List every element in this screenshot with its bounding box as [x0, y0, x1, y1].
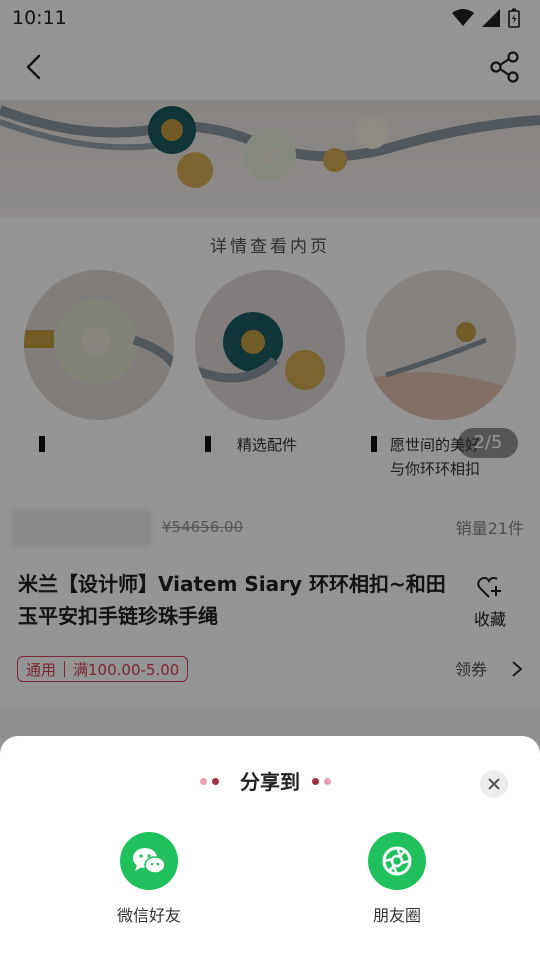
title-dot-right-inner: [312, 778, 319, 785]
close-button[interactable]: [480, 770, 508, 798]
wechat-icon: [133, 848, 166, 874]
share-sheet-title: 分享到: [240, 770, 300, 794]
share-sheet: 分享到 微信好友 朋友圈: [0, 736, 540, 960]
close-icon: [488, 778, 500, 790]
share-moments[interactable]: 朋友圈: [337, 832, 457, 926]
title-dot-right-outer: [324, 778, 331, 785]
share-option-label: 朋友圈: [372, 906, 421, 925]
share-wechat-friends[interactable]: 微信好友: [89, 832, 209, 926]
wechat-icon-circle: [120, 832, 178, 890]
moments-icon: [382, 846, 412, 876]
share-option-label: 微信好友: [116, 906, 181, 925]
moments-icon-circle: [368, 832, 426, 890]
